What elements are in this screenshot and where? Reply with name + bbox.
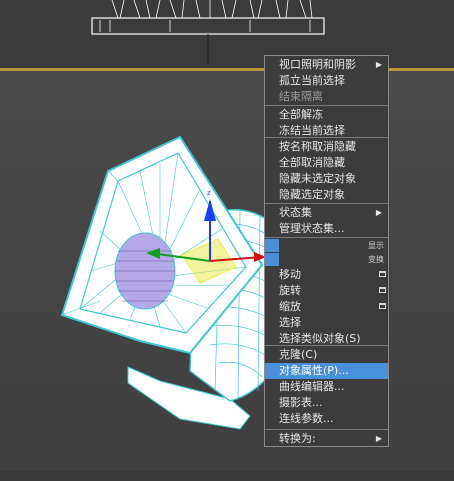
menu-item-label: 管理状态集... — [279, 222, 345, 235]
menu-item-state-sets[interactable]: 状态集 ▶ — [265, 205, 388, 221]
menu-item-label: 选择类似对象(S) — [279, 332, 361, 345]
menu-item-label: 曲线编辑器... — [279, 380, 345, 393]
menu-item-label: 全部解冻 — [279, 108, 323, 121]
submenu-arrow-icon: ▶ — [375, 208, 382, 217]
settings-box-icon[interactable] — [379, 271, 386, 277]
svg-text:z: z — [207, 189, 211, 197]
quad-color-swatch — [265, 253, 279, 266]
menu-separator — [265, 429, 388, 430]
menu-item-label: 转换为: — [279, 432, 316, 445]
menu-item-viewport-lighting-shadows[interactable]: 视口照明和阴影 ▶ — [265, 57, 388, 73]
menu-item-label: 缩放 — [279, 300, 301, 313]
quad-color-swatch — [265, 239, 279, 252]
menu-item-unhide-all[interactable]: 全部取消隐藏 — [265, 155, 388, 171]
menu-item-move[interactable]: 移动 — [265, 267, 388, 283]
menu-separator — [265, 345, 388, 346]
menu-item-label: 连线参数... — [279, 412, 334, 425]
menu-item-object-properties[interactable]: 对象属性(P)... — [265, 363, 388, 379]
menu-item-label: 旋转 — [279, 284, 301, 297]
menu-item-end-isolation[interactable]: 结束隔离 — [265, 89, 388, 105]
quad-label-text: 显示 — [368, 241, 384, 250]
menu-item-label: 全部取消隐藏 — [279, 156, 345, 169]
menu-separator — [265, 137, 388, 138]
quad-label-display: 显示 — [265, 239, 388, 252]
menu-item-manage-state-sets[interactable]: 管理状态集... — [265, 221, 388, 237]
menu-item-label: 结束隔离 — [279, 90, 323, 103]
quad-label-text: 变换 — [368, 255, 384, 264]
menu-item-label: 选择 — [279, 316, 301, 329]
menu-item-label: 隐藏未选定对象 — [279, 172, 356, 185]
menu-item-isolate-selection[interactable]: 孤立当前选择 — [265, 73, 388, 89]
menu-item-wire-parameters[interactable]: 连线参数... — [265, 411, 388, 427]
menu-item-label: 摄影表... — [279, 396, 323, 409]
settings-box-icon[interactable] — [379, 287, 386, 293]
menu-item-label: 状态集 — [279, 206, 312, 219]
submenu-arrow-icon: ▶ — [375, 434, 382, 443]
menu-item-hide-unselected[interactable]: 隐藏未选定对象 — [265, 171, 388, 187]
menu-item-convert-to[interactable]: 转换为: ▶ — [265, 431, 388, 447]
menu-item-label: 隐藏选定对象 — [279, 188, 345, 201]
quad-menu[interactable]: 视口照明和阴影 ▶ 孤立当前选择 结束隔离全部解冻冻结当前选择 按名称取消隐藏 全部取消隐… — [264, 55, 389, 447]
menu-item-unhide-by-name[interactable]: 按名称取消隐藏 — [265, 139, 388, 155]
menu-item-label: 冻结当前选择 — [279, 124, 345, 137]
menu-item-rotate[interactable]: 旋转 — [265, 283, 388, 299]
menu-item-select[interactable]: 选择 — [265, 315, 388, 331]
settings-box-icon[interactable] — [379, 303, 386, 309]
menu-item-label: 对象属性(P)... — [279, 364, 349, 377]
menu-item-clone[interactable]: 克隆(C) — [265, 347, 388, 363]
menu-item-hide-selection[interactable]: 隐藏选定对象 — [265, 187, 388, 203]
menu-separator — [265, 203, 388, 204]
quad-label-transform: 变换 — [265, 253, 388, 266]
menu-item-unfreeze-all[interactable]: 全部解冻 — [265, 107, 388, 123]
menu-separator — [265, 105, 388, 106]
menu-item-label: 克隆(C) — [279, 348, 318, 361]
menu-item-label: 移动 — [279, 268, 301, 281]
menu-item-label: 按名称取消隐藏 — [279, 140, 356, 153]
submenu-arrow-icon: ▶ — [375, 60, 382, 69]
menu-separator — [265, 237, 388, 238]
menu-item-curve-editor[interactable]: 曲线编辑器... — [265, 379, 388, 395]
menu-item-label: 视口照明和阴影 — [279, 58, 356, 71]
menu-item-label: 孤立当前选择 — [279, 74, 345, 87]
menu-item-dope-sheet[interactable]: 摄影表... — [265, 395, 388, 411]
menu-item-scale[interactable]: 缩放 — [265, 299, 388, 315]
